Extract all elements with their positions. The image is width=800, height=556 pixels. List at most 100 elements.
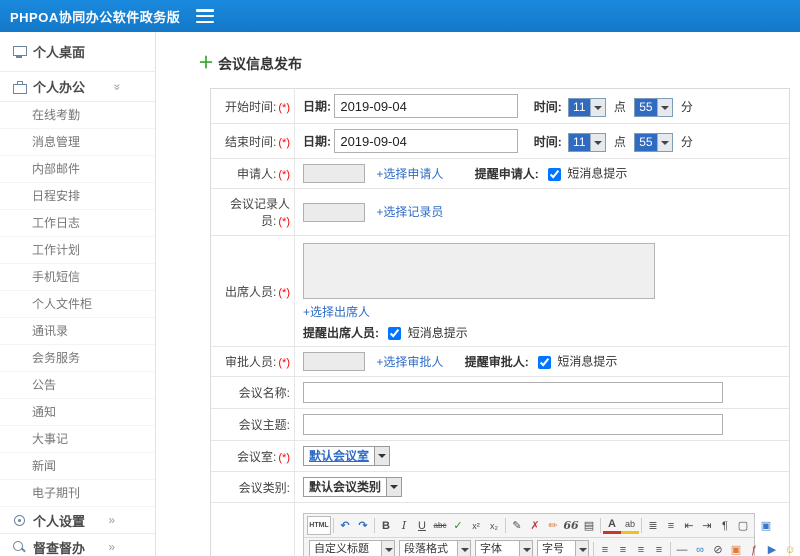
remove-format-button[interactable]: ✗	[526, 516, 544, 535]
form-row-end-time: 结束时间:(*) 日期: 时间: 11 点 55 分	[210, 123, 790, 159]
font-color-button[interactable]: A	[603, 518, 621, 534]
media-button[interactable]: ▶	[763, 540, 781, 556]
indent-button[interactable]: ⇥	[698, 516, 716, 535]
end-hour-select[interactable]: 11	[568, 132, 606, 152]
font-family-select[interactable]: 字体	[475, 540, 533, 556]
approver-input[interactable]	[303, 352, 365, 371]
sidebar-item-mobile-sms[interactable]: 手机短信	[0, 264, 155, 291]
sidebar-item-settings[interactable]: 个人设置 »	[0, 507, 155, 534]
paragraph-format-select[interactable]: 段落格式	[399, 540, 471, 556]
dropdown-arrow-icon	[374, 447, 390, 465]
end-time-label: 结束时间:	[225, 134, 277, 149]
applicant-input[interactable]	[303, 164, 365, 183]
font-size-value: 字号	[542, 543, 564, 555]
sidebar-item-memorabilia[interactable]: 大事记	[0, 426, 155, 453]
sidebar-item-personal-file-cabinet[interactable]: 个人文件柜	[0, 291, 155, 318]
link-button[interactable]: ∞	[691, 540, 709, 556]
chevron-right-icon: »	[108, 540, 115, 554]
bold-button[interactable]: B	[377, 516, 395, 535]
end-minute-select[interactable]: 55	[634, 132, 673, 152]
image-button[interactable]: ▣	[727, 540, 745, 556]
underline-button[interactable]: U	[413, 516, 431, 535]
pencil-icon[interactable]: ✎	[508, 516, 526, 535]
sidebar-item-announcement[interactable]: 公告	[0, 372, 155, 399]
applicant-sms-checkbox[interactable]	[548, 167, 562, 181]
sidebar-item-notice[interactable]: 通知	[0, 399, 155, 426]
add-icon: ＋	[198, 55, 215, 72]
custom-heading-select[interactable]: 自定义标题	[309, 540, 395, 556]
recorder-input[interactable]	[303, 202, 365, 222]
strikethrough-button[interactable]: abc	[431, 516, 449, 535]
paragraph-button[interactable]: ¶	[716, 516, 734, 535]
flash-button[interactable]: ƒ	[745, 540, 763, 556]
choose-applicant-link[interactable]: +选择申请人	[376, 167, 443, 181]
sidebar-item-meeting-service[interactable]: 会务服务	[0, 345, 155, 372]
meeting-category-value: 默认会议类别	[309, 480, 382, 494]
start-hour-select[interactable]: 11	[568, 97, 606, 117]
meeting-room-value: 默认会议室	[309, 449, 370, 463]
approver-sms-checkbox[interactable]	[538, 355, 552, 369]
sidebar-item-e-journal[interactable]: 电子期刊	[0, 480, 155, 507]
meeting-category-select[interactable]: 默认会议类别	[303, 477, 403, 497]
sidebar-item-office[interactable]: 个人办公 »	[0, 72, 155, 102]
italic-button[interactable]: I	[395, 516, 413, 535]
dropdown-arrow-icon	[589, 133, 605, 151]
unordered-list-button[interactable]: ≡	[662, 516, 680, 535]
highlight-color-button[interactable]: ab	[621, 518, 639, 534]
blockquote-button[interactable]: 66	[562, 516, 580, 535]
subscript-button[interactable]: x₂	[485, 516, 503, 535]
outdent-button[interactable]: ⇤	[680, 516, 698, 535]
unlink-button[interactable]: ⊘	[709, 540, 727, 556]
app-title: PHPOA协同办公软件政务版	[10, 9, 181, 25]
menu-icon[interactable]	[196, 9, 215, 23]
choose-attendees-link[interactable]: +选择出席人	[303, 305, 370, 319]
choose-recorder-link[interactable]: +选择记录员	[376, 205, 443, 219]
undo-button[interactable]: ↶	[336, 516, 354, 535]
align-justify-button[interactable]: ≡	[650, 540, 668, 556]
sidebar-item-contacts[interactable]: 通讯录	[0, 318, 155, 345]
redo-button[interactable]: ↷	[354, 516, 372, 535]
sidebar-item-message-management[interactable]: 消息管理	[0, 129, 155, 156]
align-right-button[interactable]: ≡	[632, 540, 650, 556]
attendees-textarea[interactable]	[303, 243, 655, 299]
toolbar-separator	[641, 518, 642, 533]
choose-approver-link[interactable]: +选择审批人	[376, 355, 443, 369]
sidebar-item-internal-mail[interactable]: 内部邮件	[0, 156, 155, 183]
meeting-name-input[interactable]	[303, 382, 723, 403]
sidebar-item-work-log[interactable]: 工作日志	[0, 210, 155, 237]
align-center-button[interactable]: ≡	[614, 540, 632, 556]
start-date-input[interactable]	[334, 94, 519, 118]
sidebar-item-supervision[interactable]: 督查督办 »	[0, 534, 155, 556]
form-row-meeting-name: 会议名称:	[210, 376, 790, 409]
start-time-label: 开始时间:	[225, 99, 277, 114]
sidebar-item-desktop[interactable]: 个人桌面	[0, 32, 155, 72]
new-page-button[interactable]: ▢	[734, 516, 752, 535]
sidebar-item-schedule[interactable]: 日程安排	[0, 183, 155, 210]
html-source-button[interactable]: HTML	[307, 516, 331, 535]
spellcheck-button[interactable]: ✓	[449, 516, 467, 535]
form-row-start-time: 开始时间:(*) 日期: 时间: 11 点 55 分	[210, 88, 790, 124]
insert-date-button[interactable]: ▤	[580, 516, 598, 535]
attendees-sms-checkbox[interactable]	[388, 327, 402, 341]
sidebar-item-online-attendance[interactable]: 在线考勤	[0, 102, 155, 129]
end-date-input[interactable]	[334, 129, 519, 153]
toolbar-separator	[670, 542, 671, 556]
meeting-room-select[interactable]: 默认会议室	[303, 446, 391, 466]
font-size-select[interactable]: 字号	[537, 540, 589, 556]
align-left-button[interactable]: ≡	[596, 540, 614, 556]
form-row-meeting-room: 会议室: (*) 默认会议室	[210, 440, 790, 472]
ordered-list-button[interactable]: ≣	[644, 516, 662, 535]
dropdown-arrow-icon	[381, 541, 394, 556]
attendees-label: 出席人员:	[225, 284, 277, 299]
format-painter-button[interactable]: ✏	[544, 516, 562, 535]
sidebar-item-work-plan[interactable]: 工作计划	[0, 237, 155, 264]
superscript-button[interactable]: x²	[467, 516, 485, 535]
toolbar-separator	[754, 518, 755, 533]
fullscreen-button[interactable]: ▣	[757, 516, 775, 535]
meeting-subject-input[interactable]	[303, 414, 723, 435]
start-minute-select[interactable]: 55	[634, 97, 673, 117]
emoticon-button[interactable]: ☺	[781, 540, 799, 556]
horizontal-rule-button[interactable]: —	[673, 540, 691, 556]
sidebar-item-news[interactable]: 新闻	[0, 453, 155, 480]
main-content: ＋ 会议信息发布 开始时间:(*) 日期: 时间: 11 点 55 分 结束时间…	[156, 32, 800, 556]
